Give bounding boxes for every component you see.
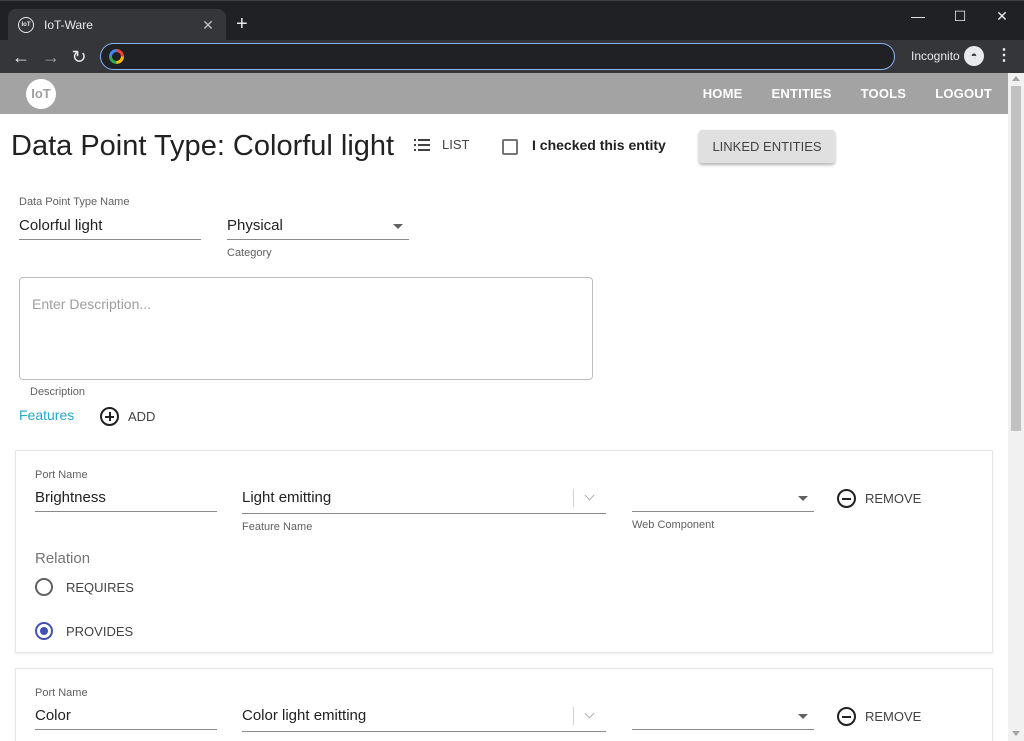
port-name-underline bbox=[35, 511, 217, 512]
page-content: IoT HOME ENTITIES TOOLS LOGOUT Data Poin… bbox=[0, 73, 1024, 741]
chevron-down-icon[interactable] bbox=[584, 490, 595, 501]
remove-label: REMOVE bbox=[865, 491, 922, 506]
feature-card: Port Name Color Color light emitting REM… bbox=[15, 668, 993, 741]
nav-tools[interactable]: TOOLS bbox=[861, 86, 907, 101]
maximize-button[interactable]: ☐ bbox=[940, 5, 980, 27]
description-label: Description bbox=[30, 386, 86, 398]
scroll-up-icon[interactable] bbox=[1012, 76, 1020, 81]
remove-feature-button[interactable]: REMOVE bbox=[837, 489, 921, 508]
checked-entity-checkbox[interactable] bbox=[502, 139, 518, 155]
category-underline bbox=[227, 239, 409, 240]
reload-button[interactable]: ↻ bbox=[66, 44, 92, 70]
window-close-button[interactable]: ✕ bbox=[982, 5, 1022, 27]
page-scrollbar[interactable] bbox=[1008, 73, 1024, 741]
web-component-label: Web Component bbox=[632, 519, 715, 531]
minimize-button[interactable]: — bbox=[898, 5, 938, 27]
browser-tab[interactable]: IoT IoT-Ware ✕ bbox=[8, 9, 226, 41]
feature-name-select[interactable]: Light emitting bbox=[242, 489, 331, 506]
tab-close-icon[interactable]: ✕ bbox=[200, 17, 216, 34]
remove-feature-button[interactable]: REMOVE bbox=[837, 707, 921, 726]
browser-toolbar: ← → ↻ Incognito ◓ ⋮ bbox=[0, 40, 1024, 73]
port-name-label: Port Name bbox=[35, 469, 88, 481]
web-component-underline bbox=[632, 511, 814, 512]
port-name-underline bbox=[35, 729, 217, 730]
requires-label: REQUIRES bbox=[66, 580, 134, 595]
name-field-label: Data Point Type Name bbox=[19, 196, 130, 208]
select-separator bbox=[573, 707, 574, 725]
port-name-label: Port Name bbox=[35, 687, 88, 699]
add-feature-label: ADD bbox=[128, 409, 156, 424]
browser-menu-icon[interactable]: ⋮ bbox=[996, 46, 1012, 66]
web-component-dropdown-icon[interactable] bbox=[798, 714, 808, 719]
name-field-underline bbox=[19, 239, 201, 240]
app-bar: IoT HOME ENTITIES TOOLS LOGOUT bbox=[0, 73, 1008, 114]
category-label: Category bbox=[227, 247, 272, 259]
list-button-label: LIST bbox=[442, 137, 470, 152]
nav-home[interactable]: HOME bbox=[703, 86, 743, 101]
app-logo[interactable]: IoT bbox=[26, 79, 56, 109]
list-button[interactable]: LIST bbox=[414, 137, 469, 152]
scroll-down-icon[interactable] bbox=[1012, 731, 1020, 736]
address-bar[interactable] bbox=[100, 43, 895, 70]
google-icon bbox=[109, 49, 124, 64]
remove-circle-icon bbox=[837, 489, 856, 508]
add-circle-icon bbox=[100, 407, 119, 426]
back-button[interactable]: ← bbox=[8, 44, 34, 70]
forward-button[interactable]: → bbox=[38, 44, 64, 70]
feature-name-underline bbox=[242, 513, 606, 514]
browser-titlebar: IoT IoT-Ware ✕ + — ☐ ✕ bbox=[0, 0, 1024, 41]
requires-radio[interactable] bbox=[35, 578, 53, 596]
chevron-down-icon[interactable] bbox=[584, 708, 595, 719]
select-separator bbox=[573, 489, 574, 507]
tab-favicon-icon: IoT bbox=[18, 17, 34, 33]
feature-name-select[interactable]: Color light emitting bbox=[242, 707, 366, 724]
scroll-thumb[interactable] bbox=[1011, 86, 1021, 431]
features-label: Features bbox=[19, 407, 75, 423]
tab-title: IoT-Ware bbox=[44, 18, 93, 32]
feature-name-underline bbox=[242, 731, 606, 732]
description-textarea[interactable]: Enter Description... bbox=[19, 277, 593, 380]
provides-label: PROVIDES bbox=[66, 624, 134, 639]
remove-circle-icon bbox=[837, 707, 856, 726]
port-name-field[interactable]: Brightness bbox=[35, 489, 106, 506]
remove-label: REMOVE bbox=[865, 709, 922, 724]
page-title: Data Point Type: Colorful light bbox=[11, 130, 395, 162]
nav-entities[interactable]: ENTITIES bbox=[772, 86, 832, 101]
app-nav: HOME ENTITIES TOOLS LOGOUT bbox=[674, 73, 992, 114]
nav-logout[interactable]: LOGOUT bbox=[935, 86, 992, 101]
name-field[interactable]: Colorful light bbox=[19, 217, 102, 234]
feature-name-label: Feature Name bbox=[242, 521, 313, 533]
provides-radio[interactable] bbox=[35, 622, 53, 640]
web-component-dropdown-icon[interactable] bbox=[798, 496, 808, 501]
relation-label: Relation bbox=[35, 550, 91, 567]
linked-entities-button[interactable]: LINKED ENTITIES bbox=[699, 130, 835, 163]
category-select[interactable]: Physical bbox=[227, 217, 283, 234]
description-placeholder: Enter Description... bbox=[32, 296, 152, 312]
feature-card: Port Name Brightness Light emitting Feat… bbox=[15, 450, 993, 653]
category-dropdown-icon[interactable] bbox=[393, 224, 403, 229]
new-tab-button[interactable]: + bbox=[236, 13, 248, 35]
list-icon bbox=[414, 138, 430, 151]
add-feature-button[interactable]: ADD bbox=[100, 407, 155, 426]
web-component-underline bbox=[632, 729, 814, 730]
incognito-label: Incognito bbox=[911, 49, 960, 63]
incognito-icon[interactable]: ◓ bbox=[964, 46, 984, 66]
port-name-field[interactable]: Color bbox=[35, 707, 71, 724]
checked-entity-label: I checked this entity bbox=[532, 137, 666, 153]
